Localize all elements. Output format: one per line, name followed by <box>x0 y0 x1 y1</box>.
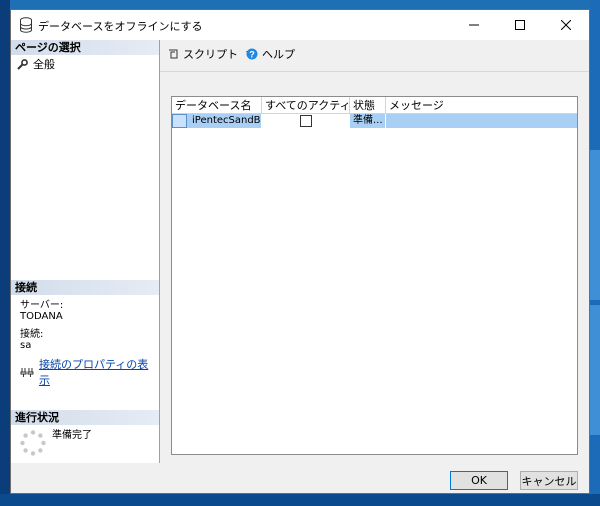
column-header-status[interactable]: 状態 <box>350 97 386 114</box>
server-value: TODANA <box>20 311 63 322</box>
database-cell: iPentecSandB... <box>172 114 262 128</box>
column-header-drop-connections[interactable]: すべてのアクティブ... <box>262 97 350 114</box>
script-label: スクリプト <box>183 48 238 61</box>
connection-value: sa <box>20 340 32 351</box>
toolbar-divider <box>160 71 589 72</box>
desktop-background-bottom <box>0 494 600 506</box>
page-select-header: ページの選択 <box>11 40 159 55</box>
desktop-tile <box>590 150 600 300</box>
ok-button[interactable]: OK <box>450 471 508 490</box>
table-row[interactable]: iPentecSandB... 準備... <box>172 114 577 128</box>
help-label: ヘルプ <box>262 48 295 61</box>
database-grid: データベース名 すべてのアクティブ... 状態 メッセージ iPentecSan… <box>171 96 578 455</box>
maximize-button[interactable] <box>497 10 543 40</box>
connection-properties: 接続のプロパティの表示 <box>20 356 159 388</box>
help-button[interactable]: ? ヘルプ <box>246 46 295 62</box>
drop-connections-checkbox[interactable] <box>299 115 312 127</box>
desktop-background-right <box>590 0 600 506</box>
sidebar: ページの選択 全般 接続 サーバー: TODANA 接続: sa 接続のプロパテ… <box>11 40 160 463</box>
database-name: iPentecSandB... <box>192 115 261 126</box>
desktop-tile <box>590 305 600 435</box>
connection-plug-icon <box>20 368 34 377</box>
progress-status: 準備完了 <box>52 430 92 441</box>
message-cell <box>386 114 577 128</box>
status-cell: 準備... <box>350 114 386 128</box>
help-icon: ? <box>246 48 258 60</box>
progress-header: 進行状況 <box>11 410 159 425</box>
close-icon <box>561 20 571 30</box>
minimize-button[interactable] <box>451 10 497 40</box>
title-bar: データベースをオフラインにする <box>11 10 589 40</box>
close-button[interactable] <box>543 10 589 40</box>
cancel-button[interactable]: キャンセル <box>520 471 578 490</box>
maximize-icon <box>515 20 525 30</box>
dialog-window: データベースをオフラインにする ページの選択 全般 接続 サーバー: TODAN… <box>10 9 590 494</box>
column-header-message[interactable]: メッセージ <box>386 97 577 114</box>
sidebar-item-label: 全般 <box>33 58 55 71</box>
progress-spinner-icon <box>20 430 46 456</box>
connection-header: 接続 <box>11 280 159 295</box>
server-label: サーバー: <box>20 300 64 311</box>
grid-header: データベース名 すべてのアクティブ... 状態 メッセージ <box>172 97 577 114</box>
connection-properties-link[interactable]: 接続のプロパティの表示 <box>39 356 159 388</box>
script-button[interactable]: スクリプト <box>167 46 254 62</box>
drop-connections-cell <box>262 114 350 128</box>
main-panel: スクリプト ? ヘルプ データベース名 すべてのアクティブ... 状態 メッセー… <box>160 40 589 463</box>
desktop-background-left <box>0 0 10 506</box>
connection-label: 接続: <box>20 329 44 340</box>
row-selector[interactable] <box>172 114 187 128</box>
wrench-icon <box>17 58 28 70</box>
script-icon <box>169 49 178 59</box>
minimize-icon <box>469 24 479 26</box>
sidebar-item-general[interactable]: 全般 <box>17 56 55 72</box>
column-header-database[interactable]: データベース名 <box>172 97 262 114</box>
database-icon <box>20 17 32 33</box>
svg-text:?: ? <box>249 50 255 60</box>
window-title: データベースをオフラインにする <box>38 20 203 33</box>
